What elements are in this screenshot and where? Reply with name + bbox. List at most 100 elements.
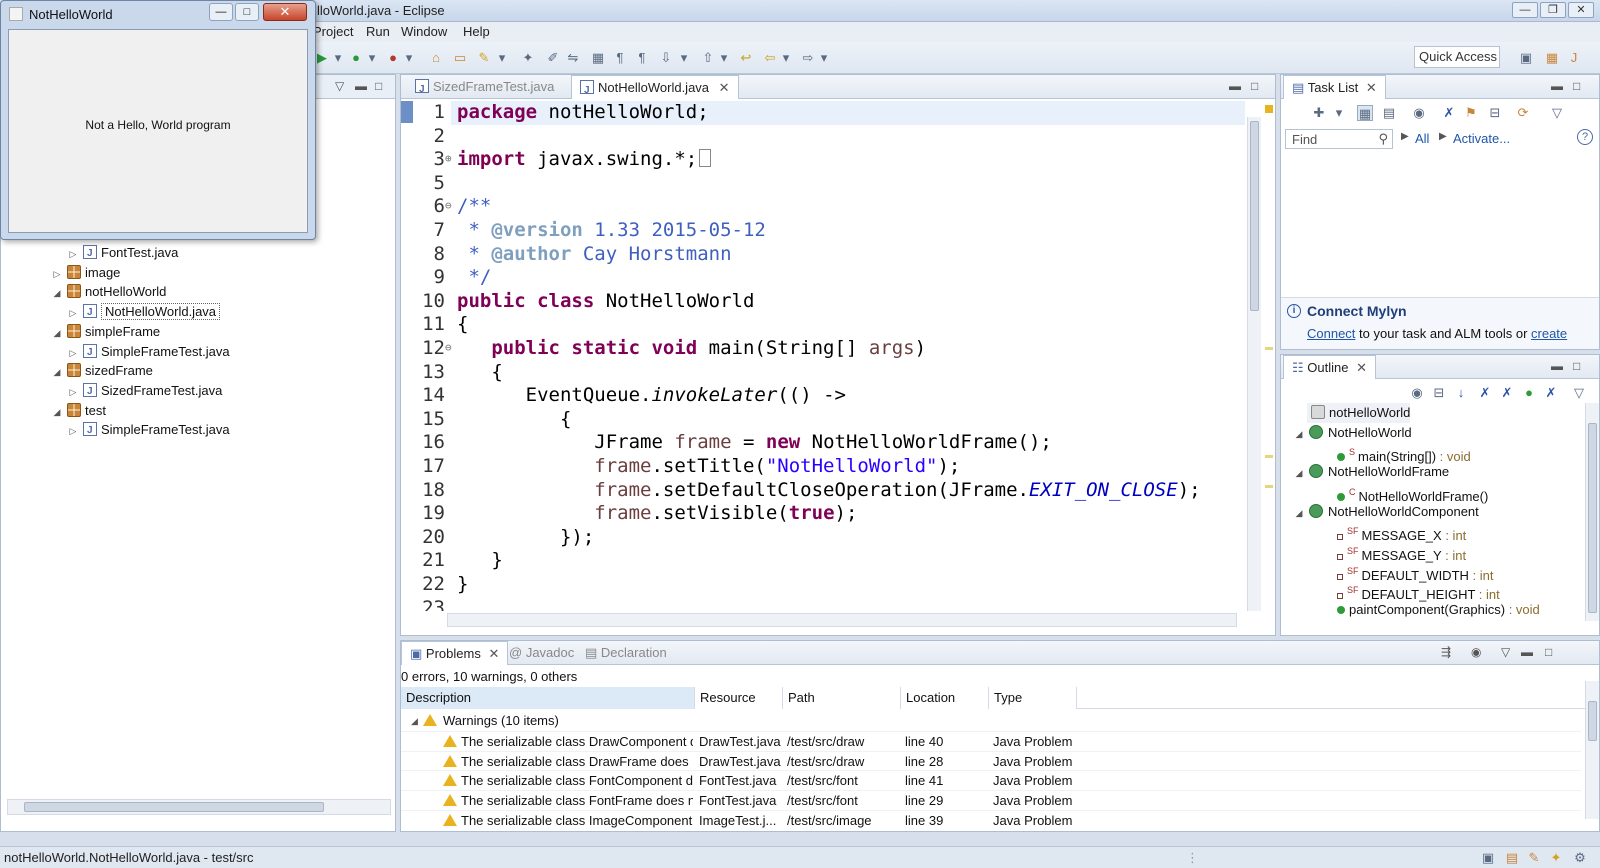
dropdown-icon[interactable]: ▾ bbox=[778, 50, 794, 66]
whitespace-icon[interactable]: ¶ bbox=[612, 50, 628, 66]
column-resource[interactable]: Resource bbox=[695, 687, 783, 709]
tab-task-list[interactable]: ▤ Task List ✕ bbox=[1283, 75, 1386, 99]
maximize-view-icon[interactable]: □ bbox=[1573, 79, 1580, 93]
tree-package-image[interactable]: ▷ image bbox=[51, 263, 120, 283]
view-menu-icon[interactable]: ▽ bbox=[1571, 385, 1587, 401]
column-location[interactable]: Location bbox=[901, 687, 989, 709]
block-select-icon[interactable]: ▦ bbox=[590, 50, 606, 66]
new-task-icon[interactable]: ✚ bbox=[1311, 105, 1327, 121]
outline-field[interactable]: SF MESSAGE_X : int bbox=[1337, 521, 1466, 543]
connect-link[interactable]: Connect bbox=[1307, 326, 1355, 341]
close-tab-icon[interactable]: ✕ bbox=[719, 80, 730, 95]
tree-package-sizedframe[interactable]: ◢ sizedFrame bbox=[51, 361, 153, 381]
fold-toggle-icon[interactable]: ⊖ bbox=[445, 199, 455, 212]
configure-icon[interactable]: ⇶ bbox=[1441, 645, 1451, 659]
all-link[interactable]: All bbox=[1415, 131, 1429, 146]
outline-field[interactable]: SF MESSAGE_Y : int bbox=[1337, 541, 1466, 563]
tab-outline[interactable]: ☷ Outline ✕ bbox=[1283, 355, 1377, 379]
categorized-icon[interactable]: ▦ bbox=[1357, 105, 1373, 121]
fold-toggle-icon[interactable]: ⊕ bbox=[445, 152, 455, 165]
expand-toggle-icon[interactable]: ▷ bbox=[67, 244, 79, 264]
problem-row[interactable]: The serializable class DrawFrame does n D… bbox=[401, 750, 1581, 771]
search-icon[interactable]: ✎ bbox=[476, 50, 492, 66]
focus-icon[interactable]: ◉ bbox=[1471, 645, 1481, 659]
maximize-editor-icon[interactable]: □ bbox=[1251, 79, 1258, 93]
expand-toggle-icon[interactable]: ◢ bbox=[51, 402, 63, 422]
tree-file[interactable]: ▷FontTest.java bbox=[67, 243, 179, 264]
next-annotation-icon[interactable]: ⇩ bbox=[658, 50, 674, 66]
tree-package-test[interactable]: ◢ test bbox=[51, 401, 106, 421]
minimize-view-icon[interactable]: ▬ bbox=[1551, 359, 1563, 373]
find-input[interactable]: Find ⚲ bbox=[1285, 129, 1393, 149]
editor-horizontal-scrollbar[interactable] bbox=[447, 613, 1237, 627]
tab-declaration[interactable]: ▤ Declaration bbox=[577, 641, 675, 665]
scrollbar-thumb[interactable] bbox=[1250, 121, 1259, 311]
external-tools-icon[interactable]: ● bbox=[385, 50, 401, 66]
hide-local-types-icon[interactable]: ✗ bbox=[1543, 385, 1559, 401]
hide-completed-icon[interactable]: ✗ bbox=[1441, 105, 1457, 121]
synchronize-icon[interactable]: ⚑ bbox=[1463, 105, 1479, 121]
outline-class[interactable]: ◢ NotHelloWorld bbox=[1293, 423, 1412, 443]
menu-project[interactable]: Project bbox=[313, 24, 353, 39]
column-type[interactable]: Type bbox=[989, 687, 1077, 709]
outline-package[interactable]: notHelloWorld bbox=[1307, 403, 1411, 423]
expand-toggle-icon[interactable]: ▷ bbox=[51, 264, 63, 284]
expand-toggle-icon[interactable]: ◢ bbox=[1293, 463, 1305, 483]
highlight-icon[interactable]: ✐ bbox=[545, 50, 561, 66]
view-menu-icon[interactable]: ▽ bbox=[1549, 105, 1565, 121]
collapse-all-icon[interactable]: ⊟ bbox=[1487, 105, 1503, 121]
dropdown-icon[interactable]: ▾ bbox=[816, 50, 832, 66]
outline-method[interactable]: Smain(String[]) : void bbox=[1337, 442, 1471, 464]
close-tab-icon[interactable]: ✕ bbox=[488, 646, 499, 661]
outline-class[interactable]: ◢ NotHelloWorldComponent bbox=[1293, 502, 1479, 522]
menu-window[interactable]: Window bbox=[401, 24, 447, 39]
dropdown-icon[interactable]: ▾ bbox=[1331, 105, 1347, 121]
open-perspective-icon[interactable]: ▣ bbox=[1518, 50, 1534, 66]
toggle-icon[interactable]: ⇋ bbox=[565, 50, 581, 66]
minimize-view-icon[interactable]: ▬ bbox=[1521, 645, 1533, 659]
warnings-group-row[interactable]: ◢ Warnings (10 items) bbox=[401, 711, 1581, 731]
problem-row[interactable]: The serializable class ImageComponent c I… bbox=[401, 809, 1581, 830]
scrollbar-thumb[interactable] bbox=[1588, 423, 1597, 613]
outline-method[interactable]: paintComponent(Graphics) : void bbox=[1337, 600, 1540, 620]
dropdown-icon[interactable]: ▾ bbox=[364, 50, 380, 66]
minimize-view-icon[interactable]: ▬ bbox=[355, 79, 367, 93]
status-icon[interactable]: ▣ bbox=[1480, 850, 1496, 866]
hide-static-icon[interactable]: ✗ bbox=[1499, 385, 1515, 401]
hide-nonpublic-icon[interactable]: ● bbox=[1521, 385, 1537, 401]
swing-minimize-button[interactable]: — bbox=[209, 3, 233, 21]
close-tab-icon[interactable]: ✕ bbox=[1356, 360, 1367, 375]
problems-scrollbar[interactable] bbox=[1585, 681, 1599, 819]
prev-annotation-icon[interactable]: ⇧ bbox=[700, 50, 716, 66]
outline-method[interactable]: C NotHelloWorldFrame() bbox=[1337, 482, 1488, 504]
close-button[interactable]: ✕ bbox=[1568, 2, 1594, 18]
menu-help[interactable]: Help bbox=[463, 24, 490, 39]
expand-toggle-icon[interactable]: ◢ bbox=[1293, 424, 1305, 444]
scrollbar-thumb[interactable] bbox=[1588, 701, 1597, 741]
expand-toggle-icon[interactable]: ▷ bbox=[67, 421, 79, 441]
expand-toggle-icon[interactable]: ▷ bbox=[67, 343, 79, 363]
expand-toggle-icon[interactable]: ◢ bbox=[51, 323, 63, 343]
close-tab-icon[interactable]: ✕ bbox=[1366, 80, 1377, 95]
collapse-all-icon[interactable]: ⊟ bbox=[1431, 385, 1447, 401]
outline-field[interactable]: SF DEFAULT_HEIGHT : int bbox=[1337, 580, 1500, 602]
column-path[interactable]: Path bbox=[783, 687, 901, 709]
sync-changed-icon[interactable]: ⟳ bbox=[1515, 105, 1531, 121]
tree-file[interactable]: ▷NotHelloWorld.java bbox=[67, 302, 221, 323]
focus-icon[interactable]: ◉ bbox=[1411, 105, 1427, 121]
status-icon[interactable]: ✦ bbox=[1548, 850, 1564, 866]
tab-sizedframetest[interactable]: SizedFrameTest.java bbox=[407, 75, 562, 102]
horizontal-scrollbar[interactable] bbox=[7, 799, 391, 815]
maximize-button[interactable]: ❐ bbox=[1540, 2, 1566, 18]
hide-fields-icon[interactable]: ✗ bbox=[1477, 385, 1493, 401]
folded-block-marker[interactable] bbox=[699, 149, 712, 168]
status-icon[interactable]: ✎ bbox=[1526, 850, 1542, 866]
swing-maximize-button[interactable]: □ bbox=[235, 3, 259, 21]
outline-class[interactable]: ◢ NotHelloWorldFrame bbox=[1293, 462, 1449, 482]
minimize-button[interactable]: — bbox=[1512, 2, 1538, 18]
sort-icon[interactable]: ↓ bbox=[1453, 385, 1469, 401]
swing-frame-window[interactable]: NotHelloWorld — □ ✕ Not a Hello, World p… bbox=[0, 0, 316, 240]
editor-vertical-scrollbar[interactable] bbox=[1247, 117, 1261, 611]
tab-javadoc[interactable]: @ Javadoc bbox=[501, 641, 582, 665]
open-type-icon[interactable]: ⌂ bbox=[428, 50, 444, 66]
